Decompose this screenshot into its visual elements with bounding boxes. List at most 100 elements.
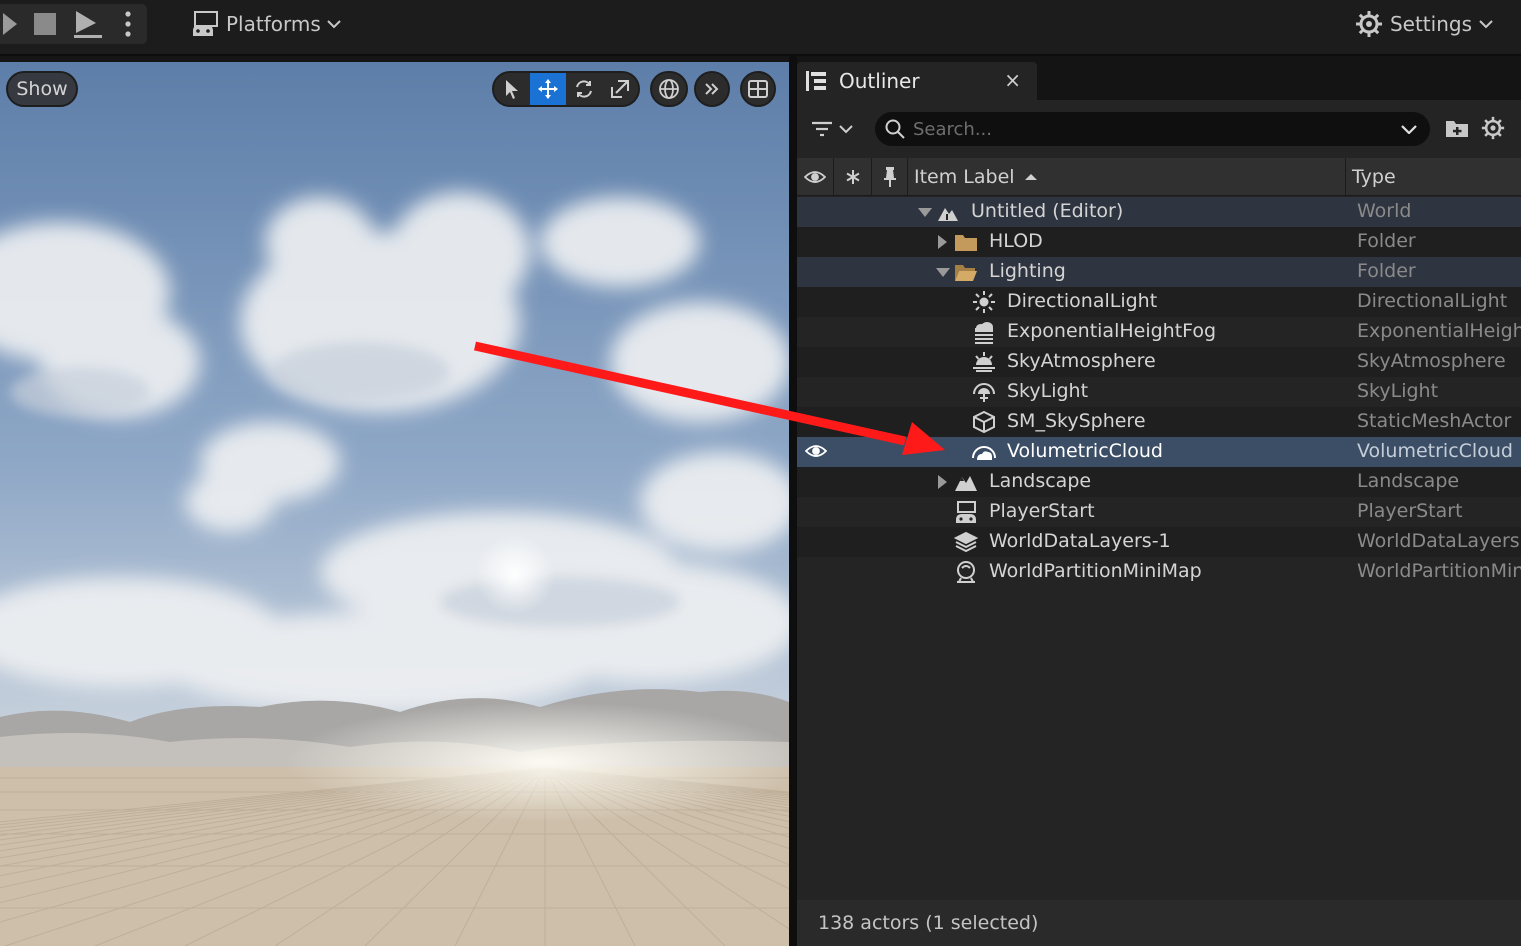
stop-icon (34, 13, 56, 35)
more-options-button[interactable] (114, 4, 142, 44)
select-tool-button[interactable] (494, 73, 530, 105)
expand-arrow-icon[interactable] (938, 475, 948, 489)
outliner-panel: Outliner × Search... Item Label Type Unt… (797, 56, 1521, 946)
tree-row[interactable]: PlayerStart PlayerStart (797, 497, 1521, 527)
tree-row[interactable]: WorldPartitionMiniMap WorldPartitionMini (797, 557, 1521, 587)
height-fog-icon (971, 320, 997, 344)
row-type: ExponentialHeightF (1357, 320, 1521, 342)
filter-row (797, 106, 1521, 152)
row-type: Folder (1357, 260, 1416, 282)
tree-row[interactable]: WorldDataLayers-1 WorldDataLayers (797, 527, 1521, 557)
folder-open-icon (953, 260, 979, 284)
more-tools-group (694, 71, 730, 107)
folder-icon (953, 230, 979, 254)
visibility-column-header[interactable] (797, 158, 834, 196)
search-input[interactable] (913, 118, 1383, 140)
tree-row[interactable]: Landscape Landscape (797, 467, 1521, 497)
pin-column-header[interactable] (872, 158, 908, 196)
row-type: VolumetricCloud (1357, 440, 1513, 462)
expand-tools-button[interactable] (696, 73, 728, 105)
tree-row[interactable]: HLOD Folder (797, 227, 1521, 257)
player-start-icon (953, 500, 979, 524)
tree-row[interactable]: SM_SkySphere StaticMeshActor (797, 407, 1521, 437)
row-type: WorldPartitionMini (1357, 560, 1521, 582)
rotate-tool-button[interactable] (566, 73, 602, 105)
eject-button[interactable] (70, 4, 106, 44)
type-header: Type (1352, 166, 1396, 188)
row-label: Lighting (989, 260, 1066, 282)
row-label: DirectionalLight (1007, 290, 1158, 312)
platforms-label: Platforms (226, 12, 321, 36)
volumetric-cloud-icon (971, 440, 997, 464)
sky-scene-render (0, 62, 789, 946)
pin-star-column-header[interactable] (834, 158, 872, 196)
close-tab-button[interactable]: × (1004, 68, 1021, 92)
tree-row[interactable]: DirectionalLight DirectionalLight (797, 287, 1521, 317)
settings-label: Settings (1389, 12, 1472, 36)
play-button[interactable] (0, 4, 22, 44)
search-icon (885, 119, 905, 139)
outliner-icon (806, 71, 826, 91)
tree-row[interactable]: SkyAtmosphere SkyAtmosphere (797, 347, 1521, 377)
tree-row[interactable]: VolumetricCloud VolumetricCloud (797, 437, 1521, 467)
gear-icon (1355, 11, 1382, 37)
row-type: StaticMeshActor (1357, 410, 1512, 432)
transform-tools (492, 71, 640, 107)
tree-row[interactable]: Untitled (Editor) World (797, 197, 1521, 227)
layout-group (740, 71, 776, 107)
row-label: PlayerStart (989, 500, 1095, 522)
filter-button[interactable] (811, 114, 861, 144)
level-viewport[interactable]: Show (0, 62, 789, 946)
static-mesh-icon (971, 410, 997, 434)
chevron-down-icon (839, 125, 853, 134)
expand-arrow-icon[interactable] (938, 235, 948, 249)
tree-row[interactable]: ExponentialHeightFog ExponentialHeightF (797, 317, 1521, 347)
item-label-column-header[interactable]: Item Label (908, 158, 1346, 196)
globe-icon (659, 79, 679, 99)
rotate-icon (576, 80, 592, 98)
settings-menu[interactable]: Settings (1355, 8, 1493, 40)
collapse-arrow-icon[interactable] (918, 208, 932, 218)
sky-light-icon (971, 380, 997, 404)
double-chevron-right-icon (705, 83, 719, 95)
row-type: Landscape (1357, 470, 1460, 492)
eject-icon (74, 11, 102, 38)
row-type: Folder (1357, 230, 1416, 252)
search-field[interactable] (875, 112, 1430, 146)
platforms-menu[interactable]: Platforms (190, 8, 341, 40)
outliner-settings-button[interactable] (1481, 116, 1505, 144)
main-toolbar: Platforms Settings (0, 0, 1521, 56)
tree-row[interactable]: SkyLight SkyLight (797, 377, 1521, 407)
translate-tool-button[interactable] (530, 73, 566, 105)
collapse-arrow-icon[interactable] (936, 268, 950, 278)
sky-atmosphere-icon (971, 350, 997, 374)
platforms-icon (193, 11, 218, 36)
play-icon (3, 13, 17, 35)
tab-outliner[interactable]: Outliner × (797, 62, 1037, 100)
stop-button[interactable] (30, 4, 60, 44)
add-folder-icon (1446, 121, 1468, 137)
row-label: Untitled (Editor) (971, 200, 1124, 222)
row-label: HLOD (989, 230, 1043, 252)
tab-title: Outliner (839, 69, 920, 93)
grid-layout-icon (748, 80, 768, 98)
show-menu-button[interactable]: Show (6, 71, 78, 107)
filter-icon (812, 121, 832, 137)
add-folder-button[interactable] (1445, 117, 1469, 143)
viewport-layout-button[interactable] (742, 73, 774, 105)
kebab-menu-icon (125, 11, 131, 37)
panel-splitter[interactable] (789, 56, 797, 946)
landscape-icon (953, 470, 979, 494)
scale-icon (611, 80, 629, 98)
row-label: SM_SkySphere (1007, 410, 1146, 432)
gear-icon (1481, 116, 1505, 140)
eye-icon[interactable] (805, 443, 827, 459)
tree-row[interactable]: Lighting Folder (797, 257, 1521, 287)
row-type: PlayerStart (1357, 500, 1463, 522)
type-column-header[interactable]: Type (1346, 158, 1521, 196)
world-space-button[interactable] (652, 73, 686, 105)
row-label: ExponentialHeightFog (1007, 320, 1217, 342)
chevron-down-icon[interactable] (1401, 124, 1417, 134)
scale-tool-button[interactable] (602, 73, 638, 105)
coordinate-space-group (650, 71, 688, 107)
